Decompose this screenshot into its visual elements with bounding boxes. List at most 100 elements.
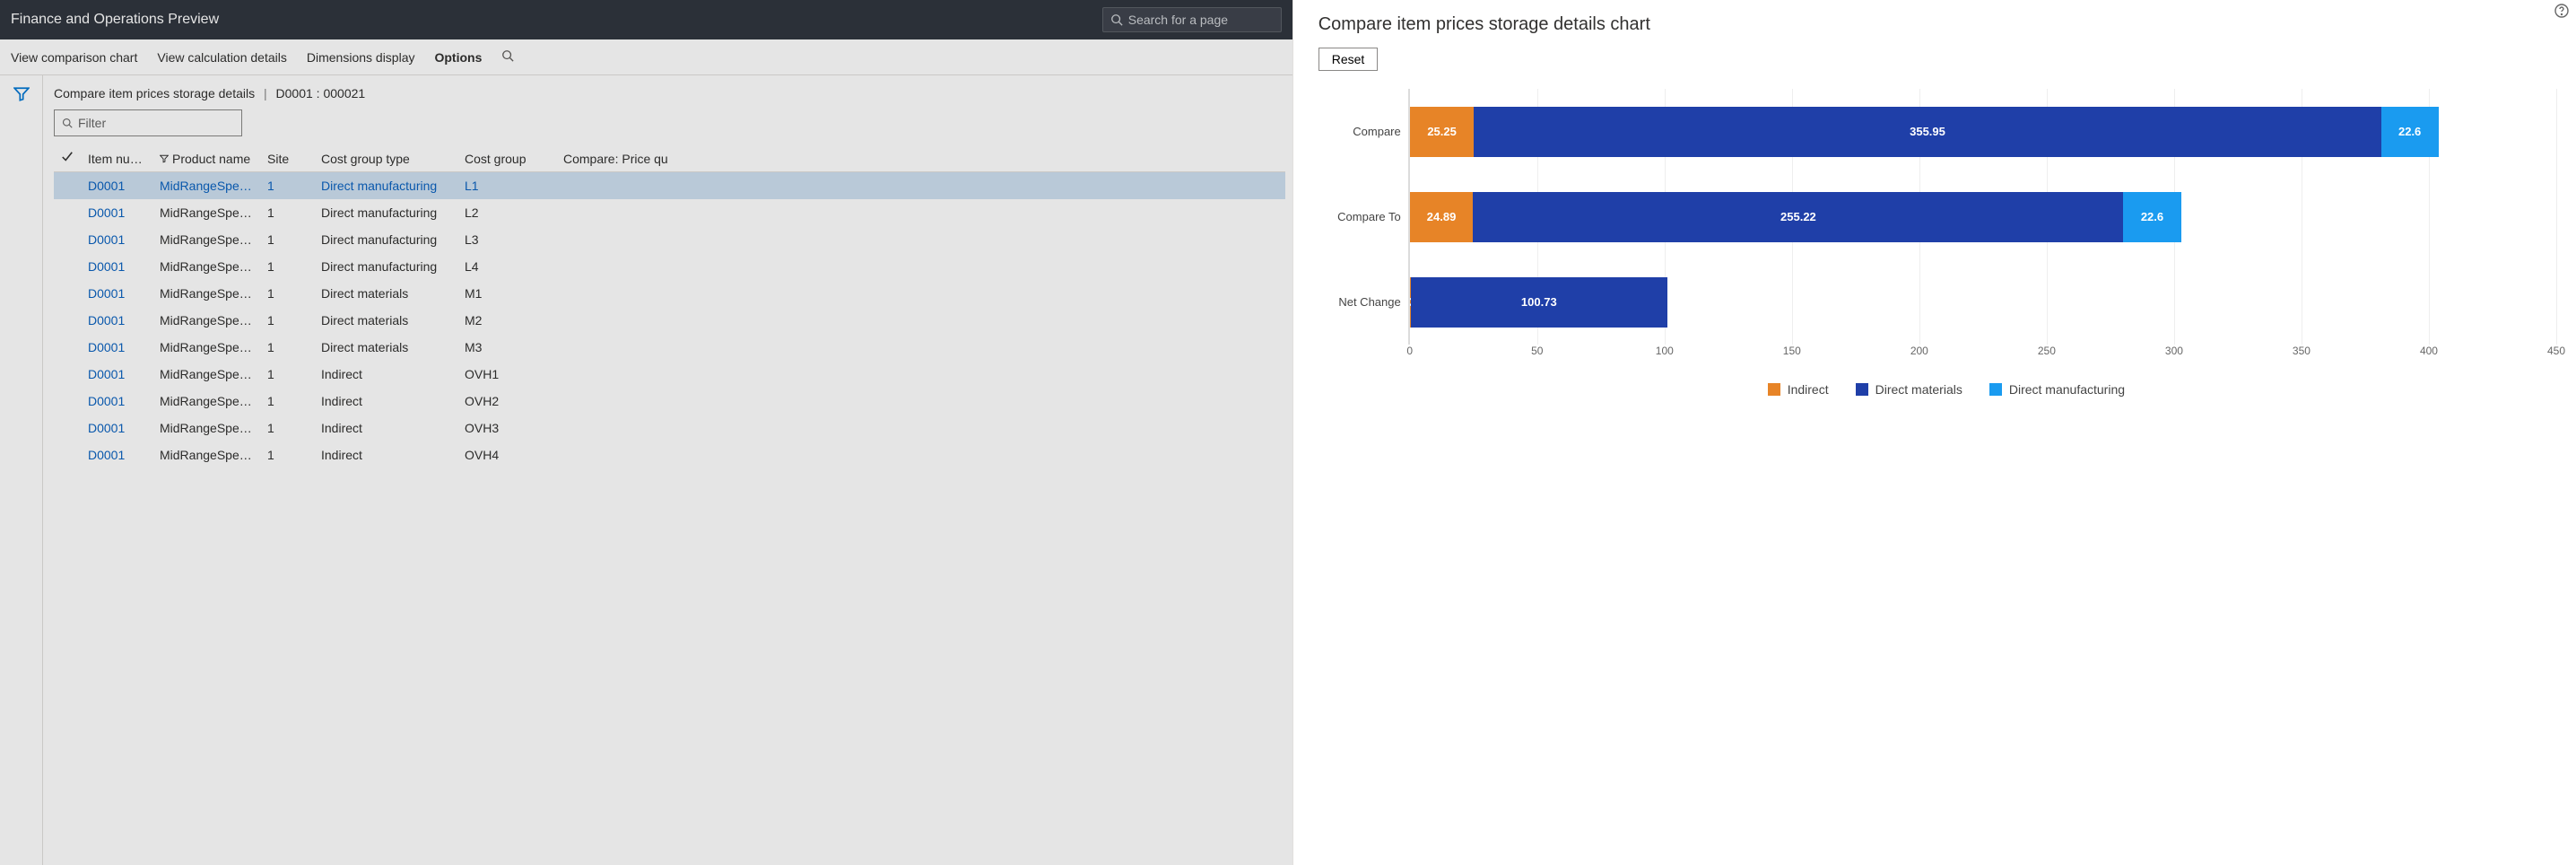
table-row[interactable]: D0001MidRangeSpeak…1Direct manufacturing… bbox=[54, 253, 1285, 280]
cell-product-name: MidRangeSpeak… bbox=[152, 334, 260, 361]
cell-item-number: D0001 bbox=[81, 361, 152, 388]
cell-cost-group-type: Direct materials bbox=[314, 280, 457, 307]
col-header-compare[interactable]: Compare: Price qu bbox=[556, 145, 1285, 172]
chart-plot-strip: 0.36100.73 bbox=[1408, 259, 2556, 345]
data-grid: Item nu… Product name Site bbox=[54, 145, 1285, 468]
cell-item-number: D0001 bbox=[81, 253, 152, 280]
col-header-select[interactable] bbox=[54, 145, 81, 172]
chart-segment-direct-manufacturing[interactable]: 22.6 bbox=[2123, 192, 2180, 242]
cell-cost-group-type: Direct materials bbox=[314, 334, 457, 361]
table-row[interactable]: D0001MidRangeSpeak…1Direct materialsM1 bbox=[54, 280, 1285, 307]
col-header-cgrp[interactable]: Cost group bbox=[457, 145, 556, 172]
reset-button[interactable]: Reset bbox=[1318, 48, 1379, 71]
cell-cost-group: OVH3 bbox=[457, 415, 556, 441]
cmd-dimensions-display[interactable]: Dimensions display bbox=[307, 50, 415, 65]
chart-plot-strip: 25.25355.9522.6 bbox=[1408, 89, 2556, 174]
axis-tick: 400 bbox=[2420, 345, 2438, 357]
chart-bar[interactable]: 0.36100.73 bbox=[1410, 277, 1667, 328]
search-icon bbox=[1110, 13, 1123, 26]
cell-cost-group-type: Indirect bbox=[314, 415, 457, 441]
table-row[interactable]: D0001MidRangeSpeak…1Direct manufacturing… bbox=[54, 172, 1285, 199]
legend-direct-manufacturing[interactable]: Direct manufacturing bbox=[1989, 382, 2125, 397]
cell-product-name: MidRangeSpeak… bbox=[152, 307, 260, 334]
cell-site: 1 bbox=[260, 226, 314, 253]
cell-site: 1 bbox=[260, 253, 314, 280]
chart-area: Compare25.25355.9522.6 Compare To24.89255… bbox=[1318, 89, 2556, 397]
grid-filter-placeholder: Filter bbox=[78, 116, 106, 130]
chart-plot-strip: 24.89255.2222.6 bbox=[1408, 174, 2556, 259]
table-row[interactable]: D0001MidRangeSpeak…1IndirectOVH2 bbox=[54, 388, 1285, 415]
cell-cost-group: L4 bbox=[457, 253, 556, 280]
cell-item-number: D0001 bbox=[81, 307, 152, 334]
chart-segment-indirect[interactable]: 24.89 bbox=[1410, 192, 1474, 242]
chart-bar[interactable]: 24.89255.2222.6 bbox=[1410, 192, 2181, 242]
legend-direct-materials[interactable]: Direct materials bbox=[1856, 382, 1962, 397]
axis-tick: 100 bbox=[1656, 345, 1674, 357]
table-row[interactable]: D0001MidRangeSpeak…1IndirectOVH4 bbox=[54, 441, 1285, 468]
cell-item-number: D0001 bbox=[81, 199, 152, 226]
global-search[interactable]: Search for a page bbox=[1102, 7, 1282, 32]
table-row[interactable]: D0001MidRangeSpeak…1IndirectOVH1 bbox=[54, 361, 1285, 388]
table-row[interactable]: D0001MidRangeSpeak…1Direct materialsM3 bbox=[54, 334, 1285, 361]
col-header-item[interactable]: Item nu… bbox=[81, 145, 152, 172]
cell-cost-group-type: Direct manufacturing bbox=[314, 253, 457, 280]
cell-site: 1 bbox=[260, 441, 314, 468]
cell-product-name: MidRangeSpeak… bbox=[152, 253, 260, 280]
table-row[interactable]: D0001MidRangeSpeak…1IndirectOVH3 bbox=[54, 415, 1285, 441]
grid-filter-input[interactable]: Filter bbox=[54, 109, 242, 136]
chart-segment-direct-materials[interactable]: 255.22 bbox=[1473, 192, 2123, 242]
filter-icon bbox=[160, 154, 169, 163]
breadcrumb: Compare item prices storage details | D0… bbox=[54, 86, 1285, 100]
axis-tick: 0 bbox=[1406, 345, 1413, 357]
chart-segment-direct-manufacturing[interactable]: 22.6 bbox=[2381, 107, 2439, 157]
chart-bar[interactable]: 25.25355.9522.6 bbox=[1410, 107, 2439, 157]
breadcrumb-page: Compare item prices storage details bbox=[54, 86, 255, 100]
cell-site: 1 bbox=[260, 415, 314, 441]
chart-row-compare: Compare25.25355.9522.6 bbox=[1336, 89, 2556, 174]
cell-cost-group-type: Indirect bbox=[314, 441, 457, 468]
cmd-view-calculation-details[interactable]: View calculation details bbox=[157, 50, 287, 65]
funnel-icon[interactable] bbox=[13, 86, 30, 865]
help-icon[interactable] bbox=[2554, 4, 2569, 21]
chart-segment-direct-materials[interactable]: 355.95 bbox=[1474, 107, 2380, 157]
cell-site: 1 bbox=[260, 388, 314, 415]
col-header-site[interactable]: Site bbox=[260, 145, 314, 172]
cell-cost-group: M1 bbox=[457, 280, 556, 307]
chart-category-label: Compare To bbox=[1336, 210, 1408, 223]
cmd-options[interactable]: Options bbox=[434, 50, 482, 65]
cell-item-number: D0001 bbox=[81, 172, 152, 199]
app-title: Finance and Operations Preview bbox=[11, 12, 219, 28]
breadcrumb-sep: | bbox=[258, 86, 273, 100]
cell-item-number: D0001 bbox=[81, 415, 152, 441]
axis-tick: 50 bbox=[1531, 345, 1543, 357]
cell-product-name: MidRangeSpeak… bbox=[152, 199, 260, 226]
cell-product-name: MidRangeSpeak… bbox=[152, 361, 260, 388]
command-bar: View comparison chart View calculation de… bbox=[0, 39, 1292, 75]
legend-swatch-materials bbox=[1856, 383, 1868, 396]
cell-cost-group: M2 bbox=[457, 307, 556, 334]
cell-item-number: D0001 bbox=[81, 334, 152, 361]
cell-cost-group-type: Direct manufacturing bbox=[314, 226, 457, 253]
axis-tick: 200 bbox=[1910, 345, 1928, 357]
cell-product-name: MidRangeSpeak… bbox=[152, 388, 260, 415]
cmd-view-comparison-chart[interactable]: View comparison chart bbox=[11, 50, 137, 65]
cell-cost-group-type: Direct manufacturing bbox=[314, 172, 457, 199]
chart-segment-direct-materials[interactable]: 100.73 bbox=[1411, 277, 1667, 328]
col-header-product[interactable]: Product name bbox=[152, 145, 260, 172]
chart-legend: Indirect Direct materials Direct manufac… bbox=[1336, 382, 2556, 397]
legend-indirect[interactable]: Indirect bbox=[1768, 382, 1829, 397]
legend-swatch-indirect bbox=[1768, 383, 1780, 396]
table-row[interactable]: D0001MidRangeSpeak…1Direct manufacturing… bbox=[54, 199, 1285, 226]
chart-row-net-change: Net Change0.36100.73 bbox=[1336, 259, 2556, 345]
chart-segment-indirect[interactable]: 25.25 bbox=[1410, 107, 1475, 157]
col-header-ctype[interactable]: Cost group type bbox=[314, 145, 457, 172]
search-icon[interactable] bbox=[501, 49, 514, 65]
axis-tick: 450 bbox=[2547, 345, 2565, 357]
table-row[interactable]: D0001MidRangeSpeak…1Direct manufacturing… bbox=[54, 226, 1285, 253]
cell-site: 1 bbox=[260, 361, 314, 388]
cell-product-name: MidRangeSpeak… bbox=[152, 172, 260, 199]
cell-site: 1 bbox=[260, 172, 314, 199]
table-row[interactable]: D0001MidRangeSpeak…1Direct materialsM2 bbox=[54, 307, 1285, 334]
cell-cost-group: OVH2 bbox=[457, 388, 556, 415]
cell-product-name: MidRangeSpeak… bbox=[152, 226, 260, 253]
